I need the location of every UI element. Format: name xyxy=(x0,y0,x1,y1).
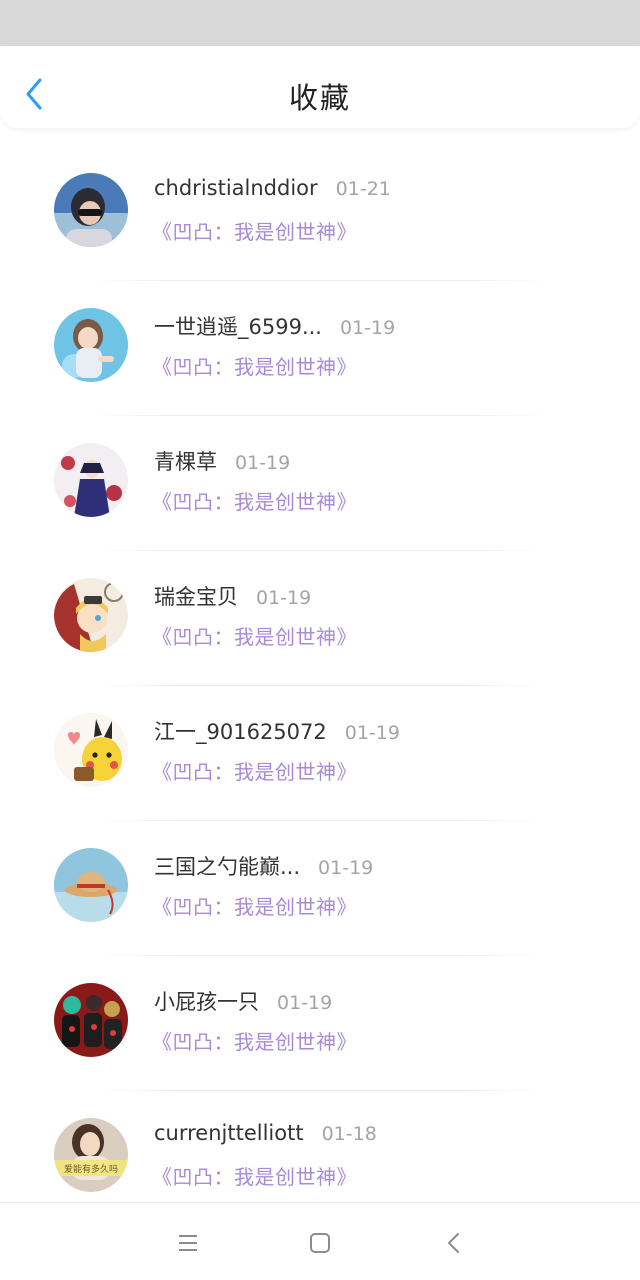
username: 一世逍遥_6599... xyxy=(154,315,322,339)
avatar xyxy=(54,443,128,517)
svg-text:爱能有多久吗: 爱能有多久吗 xyxy=(64,1163,118,1175)
list-item[interactable]: 瑞金宝贝 01-19 《凹凸：我是创世神》 xyxy=(0,551,640,686)
book-title[interactable]: 《凹凸：我是创世神》 xyxy=(152,756,357,785)
avatar xyxy=(54,983,128,1057)
avatar xyxy=(54,173,128,247)
list-item[interactable]: 一世逍遥_6599... 01-19 《凹凸：我是创世神》 xyxy=(0,281,640,416)
avatar xyxy=(54,713,128,787)
date-label: 01-21 xyxy=(335,178,391,200)
page-title: 收藏 xyxy=(288,81,351,115)
triangle-back-icon xyxy=(448,1233,459,1253)
system-nav-bar xyxy=(0,1202,640,1280)
list-item[interactable]: 爱能有多久吗 currenjttelliott 01-18 《凹凸：我是创世神》 xyxy=(0,1091,640,1202)
username: chdristialnddior xyxy=(154,176,318,200)
list-item[interactable]: 三国之勺能巅... 01-19 《凹凸：我是创世神》 xyxy=(0,821,640,956)
date-label: 01-19 xyxy=(318,857,374,879)
favorites-list: chdristialnddior 01-21 《凹凸：我是创世神》 一世逍遥_6… xyxy=(0,146,640,1202)
list-item[interactable]: 江一_901625072 01-19 《凹凸：我是创世神》 xyxy=(0,686,640,821)
username: 三国之勺能巅... xyxy=(154,855,301,879)
list-item[interactable]: chdristialnddior 01-21 《凹凸：我是创世神》 xyxy=(0,146,640,281)
date-label: 01-19 xyxy=(344,722,400,744)
date-label: 01-18 xyxy=(321,1123,377,1145)
nav-home-button[interactable] xyxy=(300,1225,340,1261)
avatar xyxy=(54,578,128,652)
list-item[interactable]: 小屁孩一只 01-19 《凹凸：我是创世神》 xyxy=(0,956,640,1091)
avatar xyxy=(54,308,128,382)
top-bar: 收藏 xyxy=(0,46,640,128)
username: currenjttelliott xyxy=(154,1121,304,1145)
book-title[interactable]: 《凹凸：我是创世神》 xyxy=(152,216,357,245)
username: 小屁孩一只 xyxy=(154,990,259,1014)
avatar xyxy=(54,848,128,922)
menu-icon xyxy=(179,1235,197,1251)
nav-menu-button[interactable] xyxy=(168,1225,208,1261)
date-label: 01-19 xyxy=(235,452,291,474)
book-title[interactable]: 《凹凸：我是创世神》 xyxy=(152,1026,357,1055)
username: 瑞金宝贝 xyxy=(154,585,238,609)
nav-back-button[interactable] xyxy=(434,1225,474,1261)
list-item[interactable]: 青棵草 01-19 《凹凸：我是创世神》 xyxy=(0,416,640,551)
status-bar xyxy=(0,0,640,48)
username: 青棵草 xyxy=(154,450,217,474)
book-title[interactable]: 《凹凸：我是创世神》 xyxy=(152,351,357,380)
book-title[interactable]: 《凹凸：我是创世神》 xyxy=(152,621,357,650)
book-title[interactable]: 《凹凸：我是创世神》 xyxy=(152,1161,357,1190)
book-title[interactable]: 《凹凸：我是创世神》 xyxy=(152,486,357,515)
date-label: 01-19 xyxy=(339,317,396,339)
date-label: 01-19 xyxy=(256,587,312,609)
book-title[interactable]: 《凹凸：我是创世神》 xyxy=(152,891,357,920)
date-label: 01-19 xyxy=(277,992,333,1014)
username: 江一_901625072 xyxy=(154,720,327,744)
avatar: 爱能有多久吗 xyxy=(54,1118,128,1192)
square-icon xyxy=(310,1233,330,1253)
